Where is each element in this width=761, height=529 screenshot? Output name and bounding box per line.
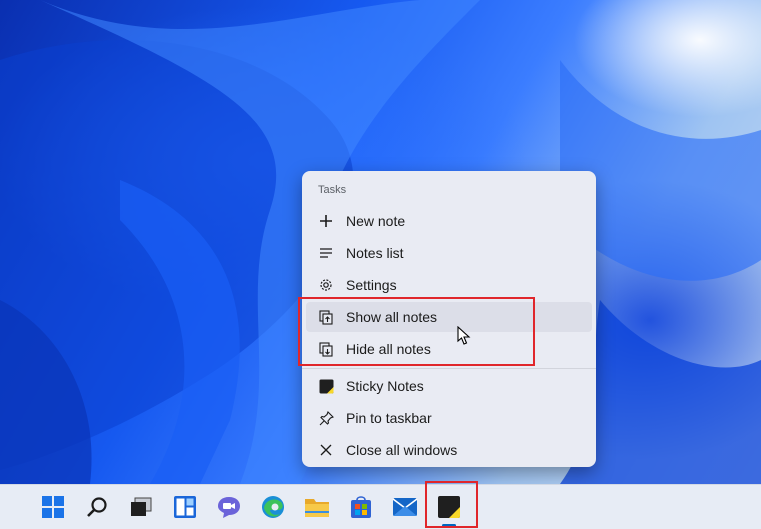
store-icon[interactable] — [346, 492, 376, 522]
menu-item-label: New note — [346, 213, 406, 229]
menu-item-label: Pin to taskbar — [346, 410, 432, 426]
menu-item-sticky-notes[interactable]: Sticky Notes — [306, 371, 592, 401]
menu-item-label: Close all windows — [346, 442, 458, 458]
sticky-notes-app-icon — [318, 378, 334, 394]
menu-divider — [302, 368, 596, 369]
menu-header: Tasks — [318, 184, 347, 196]
menu-item-new-note[interactable]: New note — [306, 206, 592, 236]
search-icon[interactable] — [82, 492, 112, 522]
menu-item-label: Settings — [346, 277, 397, 293]
menu-item-pin-to-taskbar[interactable]: Pin to taskbar — [306, 403, 592, 433]
edge-icon[interactable] — [258, 492, 288, 522]
pin-icon — [318, 410, 334, 426]
highlight-box-taskbar — [425, 481, 478, 528]
list-icon — [318, 245, 334, 261]
chat-icon[interactable] — [214, 492, 244, 522]
menu-item-label: Notes list — [346, 245, 404, 261]
close-icon — [318, 442, 334, 458]
highlight-box-menu — [298, 297, 535, 366]
menu-item-close-all-windows[interactable]: Close all windows — [306, 435, 592, 465]
taskbar — [0, 484, 761, 529]
plus-icon — [318, 213, 334, 229]
menu-item-notes-list[interactable]: Notes list — [306, 238, 592, 268]
gear-icon — [318, 277, 334, 293]
menu-item-label: Sticky Notes — [346, 378, 424, 394]
mouse-cursor-icon — [457, 325, 471, 351]
mail-icon[interactable] — [390, 492, 420, 522]
widgets-icon[interactable] — [170, 492, 200, 522]
menu-item-settings[interactable]: Settings — [306, 270, 592, 300]
file-explorer-icon[interactable] — [302, 492, 332, 522]
start-icon[interactable] — [38, 492, 68, 522]
task-view-icon[interactable] — [126, 492, 156, 522]
